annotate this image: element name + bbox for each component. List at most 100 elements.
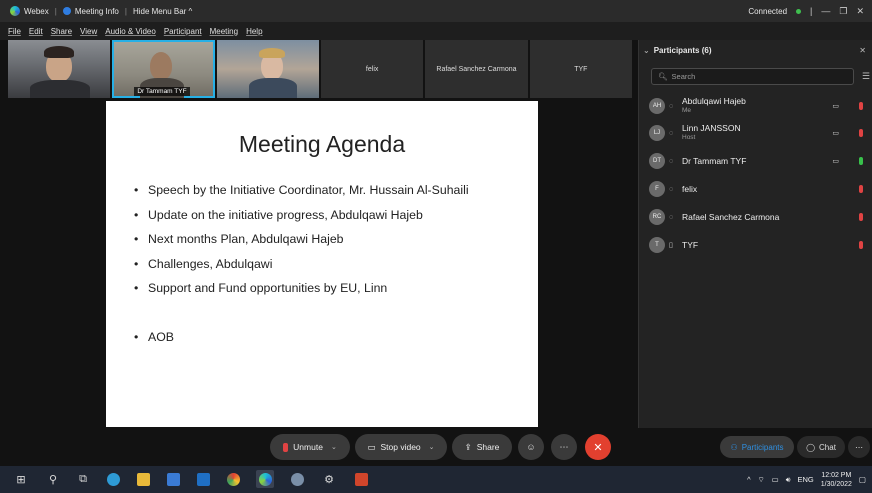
app-name: Webex <box>24 6 49 16</box>
share-icon: ⇪ <box>464 441 472 452</box>
menu-edit[interactable]: Edit <box>29 27 43 36</box>
more-panels-button[interactable]: ⋯ <box>848 436 870 458</box>
phone-icon: ▯ <box>669 242 673 249</box>
participants-header[interactable]: ⌄ Participants (6) <box>643 46 712 55</box>
video-strip: Dr Tammam TYF felix Rafael Sanchez Carmo… <box>8 40 632 98</box>
reactions-button[interactable]: ☺ <box>518 434 544 460</box>
volume-icon[interactable]: 🔊︎ <box>786 475 791 485</box>
battery-icon[interactable]: ▭ <box>772 475 779 484</box>
chevron-down-icon[interactable]: ⌄ <box>331 443 337 451</box>
store-icon[interactable] <box>164 470 182 488</box>
menu-participant[interactable]: Participant <box>164 27 202 36</box>
end-meeting-button[interactable]: ✕ <box>585 434 611 460</box>
meeting-controls: Unmute ⌄ ▭ Stop video ⌄ ⇪ Share ☺ ⋯ ✕ ⚇ … <box>0 428 872 466</box>
share-button[interactable]: ⇪ Share <box>452 434 512 460</box>
network-icon[interactable]: ⌔ <box>758 475 765 485</box>
menu-view[interactable]: View <box>80 27 97 36</box>
stop-video-button[interactable]: ▭ Stop video ⌄ <box>355 434 447 460</box>
powerpoint-icon[interactable] <box>352 470 370 488</box>
mic-on-icon[interactable] <box>859 157 863 165</box>
edge-browser-icon[interactable] <box>104 470 122 488</box>
menu-share[interactable]: Share <box>51 27 72 36</box>
video-tile-rafael[interactable]: Rafael Sanchez Carmona <box>425 40 528 98</box>
participant-name: Abdulqawi Hajeb <box>682 96 746 106</box>
mail-icon[interactable] <box>194 470 212 488</box>
close-icon[interactable]: ✕ <box>856 6 864 17</box>
clock[interactable]: 12:02 PM 1/30/2022 <box>821 471 852 489</box>
participant-role: Host <box>682 134 696 141</box>
close-panel-icon[interactable]: ✕ <box>859 46 866 55</box>
participant-name: Rafael Sanchez Carmona <box>682 212 780 222</box>
mic-muted-icon[interactable] <box>859 213 863 221</box>
windows-start-icon[interactable]: ⊞ <box>12 470 30 488</box>
system-tray: ^ ⌔ ▭ 🔊︎ ENG 12:02 PM 1/30/2022 ▢ <box>747 466 866 493</box>
minimize-icon[interactable]: — <box>821 6 830 16</box>
menu-meeting[interactable]: Meeting <box>210 27 238 36</box>
notifications-icon[interactable]: ▢ <box>859 475 866 484</box>
app-icon[interactable] <box>288 470 306 488</box>
chrome-icon[interactable] <box>224 470 242 488</box>
hide-menu-bar-button[interactable]: Hide Menu Bar ^ <box>133 7 192 16</box>
avatar: AH <box>649 98 665 114</box>
participant-name: Linn JANSSON <box>682 123 741 133</box>
connection-dot-icon <box>796 8 802 14</box>
participant-name: felix <box>682 184 698 194</box>
chat-tab-label: Chat <box>819 442 836 452</box>
participants-title: Participants (6) <box>653 46 712 55</box>
participant-row[interactable]: T ▯ TYF <box>649 233 869 257</box>
video-tile-name: TYF <box>574 65 588 73</box>
participant-row[interactable]: F ◌ felix <box>649 177 869 201</box>
video-tile-dr-tammam[interactable]: Dr Tammam TYF <box>112 40 215 98</box>
more-options-button[interactable]: ⋯ <box>551 434 577 460</box>
slide-title: Meeting Agenda <box>238 131 406 157</box>
chevron-up-icon[interactable]: ^ <box>747 475 751 484</box>
video-tile-self[interactable] <box>8 40 111 98</box>
participant-row[interactable]: RC ◌ Rafael Sanchez Carmona <box>649 205 869 229</box>
chevron-down-icon[interactable]: ⌄ <box>429 443 435 451</box>
menu-audio-video[interactable]: Audio & Video <box>105 27 156 36</box>
language-indicator[interactable]: ENG <box>797 475 813 484</box>
video-tile-felix[interactable]: felix <box>320 40 424 98</box>
participant-row[interactable]: AH ◌ Abdulqawi Hajeb Me ▭ <box>649 94 869 118</box>
video-tile-participant[interactable] <box>216 40 319 98</box>
chevron-down-icon[interactable]: ⌄ <box>643 46 650 55</box>
file-explorer-icon[interactable] <box>134 470 152 488</box>
participants-search-input[interactable]: 🔍︎ Search <box>651 68 854 85</box>
participants-tab[interactable]: ⚇ Participants <box>720 436 794 458</box>
mic-muted-icon[interactable] <box>859 102 863 110</box>
list-options-icon[interactable]: ☰ <box>862 71 870 82</box>
settings-gear-icon[interactable]: ⚙ <box>320 470 338 488</box>
meeting-info-link[interactable]: Meeting Info <box>75 7 119 16</box>
hand-icon: ◌ <box>669 102 674 110</box>
agenda-item: Challenges, Abdulqawi <box>134 257 469 282</box>
chat-icon: ◯ <box>806 442 816 452</box>
more-icon: ⋯ <box>855 442 863 452</box>
participants-panel: ⌄ Participants (6) ✕ 🔍︎ Search ☰ AH ◌ Ab… <box>638 40 872 428</box>
info-icon <box>62 7 71 15</box>
mic-muted-icon[interactable] <box>859 129 863 137</box>
menu-help[interactable]: Help <box>246 27 262 36</box>
search-icon[interactable]: ⚲ <box>44 470 62 488</box>
unmute-button[interactable]: Unmute ⌄ <box>270 434 350 460</box>
mic-muted-icon[interactable] <box>859 241 863 249</box>
avatar: F <box>649 181 665 197</box>
agenda-list: Speech by the Initiative Coordinator, Mr… <box>134 183 469 355</box>
restore-icon[interactable]: ❐ <box>839 6 847 17</box>
menu-file[interactable]: File <box>8 27 21 36</box>
clock-time: 12:02 PM <box>821 471 852 479</box>
more-icon: ⋯ <box>559 441 569 452</box>
video-icon: ▭ <box>367 441 376 452</box>
participant-row[interactable]: DT ◌ Dr Tammam TYF ▭ <box>649 149 869 173</box>
hand-icon: ◌ <box>669 129 674 137</box>
avatar: T <box>649 237 665 253</box>
chat-tab[interactable]: ◯ Chat <box>797 436 845 458</box>
participant-row[interactable]: LJ ◌ Linn JANSSON Host ▭ <box>649 121 869 145</box>
agenda-item: Next months Plan, Abdulqawi Hajeb <box>134 232 469 257</box>
pin-icon[interactable]: | <box>810 6 812 16</box>
task-view-icon[interactable]: ⧉ <box>74 470 92 488</box>
mic-muted-icon[interactable] <box>859 185 863 193</box>
webex-taskbar-icon[interactable] <box>256 470 274 488</box>
avatar: LJ <box>649 125 665 141</box>
video-tile-tyf[interactable]: TYF <box>529 40 632 98</box>
close-icon: ✕ <box>593 441 603 454</box>
